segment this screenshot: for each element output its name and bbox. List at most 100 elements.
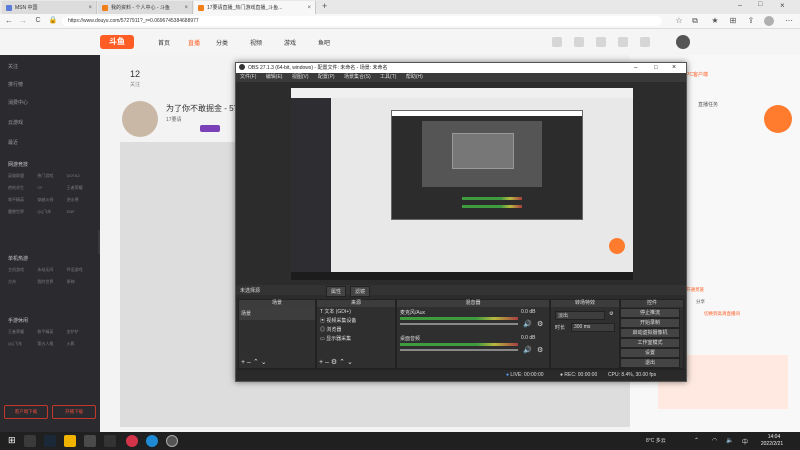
sidebar-item-follow[interactable]: 关注 [8, 63, 18, 70]
taskview-taskbar-icon[interactable] [84, 435, 96, 447]
game-link[interactable]: 王者荣耀 [67, 185, 96, 191]
browser-tab-profile[interactable]: 我的资料 - 个人中心 - 斗鱼 × [98, 1, 193, 14]
search-taskbar-icon[interactable] [24, 435, 36, 447]
nav-home[interactable]: 首页 [158, 38, 170, 47]
game-link[interactable]: 火影 [67, 341, 96, 347]
lock-icon[interactable]: 🔒 [48, 16, 58, 26]
live-download-button[interactable]: 开播下载 [52, 405, 96, 419]
game-link[interactable]: 魔兽世界 [8, 209, 37, 215]
exit-button[interactable]: 退出 [620, 358, 680, 368]
clock-date[interactable]: 2022/2/21 [752, 441, 792, 447]
pc-client-link[interactable]: PC客户端 [686, 71, 708, 78]
history-icon[interactable] [552, 37, 562, 47]
game-link[interactable]: CF [37, 185, 66, 191]
game-link[interactable]: 王者荣耀 [8, 329, 37, 335]
extensions-icon[interactable]: ⧉ [690, 16, 700, 26]
clock-time[interactable]: 14:04 [758, 434, 790, 440]
url-input[interactable]: https://www.douyu.com/5727911?_r=0.06967… [62, 16, 662, 26]
add-icon[interactable]: + [241, 359, 245, 366]
app-taskbar-icon[interactable] [104, 435, 116, 447]
virtual-camera-button[interactable]: 启动虚拟摄像机 [620, 328, 680, 338]
settings-button[interactable]: 设置 [620, 348, 680, 358]
obs-preview[interactable] [291, 88, 633, 280]
add-icon[interactable]: + [319, 359, 323, 366]
windows-start-icon[interactable]: ⊞ [8, 435, 16, 446]
share-icon[interactable]: ⇪ [746, 16, 756, 26]
game-link[interactable]: 怀旧游戏 [67, 267, 96, 273]
file-explorer-taskbar-icon[interactable] [64, 435, 76, 447]
menu-edit[interactable]: 编辑(E) [266, 74, 283, 80]
game-link[interactable]: 穿越火线 [37, 197, 66, 203]
maximize-icon[interactable]: □ [654, 63, 658, 73]
close-window-icon[interactable]: × [780, 1, 785, 10]
douyu-logo[interactable]: 斗鱼 [100, 35, 134, 49]
move-up-icon[interactable]: ⌃ [253, 359, 259, 366]
close-icon[interactable]: × [184, 5, 188, 11]
edge-taskbar-icon[interactable] [146, 435, 158, 447]
game-link[interactable]: 永劫无间 [37, 267, 66, 273]
streamer-name[interactable]: 17要请 [166, 116, 182, 123]
maximize-icon[interactable]: □ [758, 1, 762, 8]
sidebar-item-consume[interactable]: 消费中心 [8, 99, 28, 106]
game-link[interactable]: 逆水寒 [67, 197, 96, 203]
wifi-icon[interactable]: ◠ [712, 437, 717, 444]
client-download-button[interactable]: 客户端下载 [4, 405, 48, 419]
live-task-link[interactable]: 直播任务 [698, 101, 718, 108]
game-link[interactable]: QQ飞车 [37, 209, 66, 215]
forward-button[interactable]: → [18, 16, 28, 26]
streamer-avatar[interactable] [122, 101, 158, 137]
browser-tab-live[interactable]: 17要请直播_热门游戏直播_斗鱼... × [194, 1, 316, 14]
menu-profile[interactable]: 配置(P) [318, 74, 335, 80]
noble-link[interactable]: 开通贵族 [686, 287, 704, 293]
speaker-icon[interactable]: 🔊 [523, 320, 532, 328]
source-item-browser[interactable]: ◎ 浏览器 [317, 325, 395, 334]
steam-taskbar-icon[interactable] [44, 435, 56, 447]
tray-chevron-icon[interactable]: ⌃ [694, 437, 699, 444]
source-item-camera[interactable]: ▣ 视频采集设备 [317, 316, 395, 325]
sidebar-item-cloudgame[interactable]: 云游戏 [8, 119, 23, 126]
ime-icon[interactable]: 中 [742, 437, 748, 446]
volume-slider[interactable] [400, 349, 518, 351]
volume-icon[interactable]: 🔈 [726, 437, 733, 444]
gear-icon[interactable]: ⚙ [609, 311, 613, 317]
nav-live[interactable]: 直播 [188, 38, 200, 47]
sidebar-item-rank[interactable]: 排行榜 [8, 81, 23, 88]
task-icon[interactable] [640, 37, 650, 47]
move-down-icon[interactable]: ⌄ [347, 359, 353, 366]
game-link[interactable]: 和平精英 [8, 197, 37, 203]
game-link[interactable]: 和平精英 [37, 329, 66, 335]
studio-mode-button[interactable]: 工作室模式 [620, 338, 680, 348]
stop-streaming-button[interactable]: 停止推流 [620, 308, 680, 318]
new-tab-button[interactable]: + [322, 1, 327, 11]
transition-select[interactable]: 淡出 [555, 311, 605, 320]
browser-tab-msn[interactable]: MSN 中国 × [2, 1, 97, 14]
menu-help[interactable]: 帮助(H) [406, 74, 423, 80]
game-link[interactable]: 主机游戏 [8, 267, 37, 273]
menu-tools[interactable]: 工具(T) [380, 74, 396, 80]
message-icon[interactable] [596, 37, 606, 47]
game-link[interactable]: DOTA2 [67, 173, 96, 179]
nav-video[interactable]: 视频 [250, 38, 262, 47]
user-avatar[interactable] [676, 35, 690, 49]
game-link[interactable]: 我的世界 [37, 279, 66, 285]
remove-icon[interactable]: – [325, 359, 329, 366]
follow-icon[interactable] [618, 37, 628, 47]
close-icon[interactable]: × [672, 63, 676, 73]
menu-file[interactable]: 文件(F) [240, 74, 256, 80]
game-link[interactable]: 金铲铲 [67, 329, 96, 335]
favorites-icon[interactable]: ★ [710, 16, 720, 26]
game-link[interactable]: 第五人格 [37, 341, 66, 347]
menu-view[interactable]: 视图(V) [292, 74, 309, 80]
game-link[interactable]: QQ飞车 [8, 341, 37, 347]
move-up-icon[interactable]: ⌃ [339, 359, 345, 366]
game-link[interactable]: 绝地求生 [8, 185, 37, 191]
nav-yuba[interactable]: 鱼吧 [318, 38, 330, 47]
minimize-icon[interactable]: – [634, 63, 637, 73]
download-icon[interactable] [574, 37, 584, 47]
properties-button[interactable]: 属性 [326, 286, 347, 297]
game-link[interactable]: 原神 [67, 279, 96, 285]
gear-icon[interactable]: ⚙ [537, 320, 543, 328]
nav-category[interactable]: 分类 [216, 38, 228, 47]
remove-icon[interactable]: – [247, 359, 251, 366]
nav-game[interactable]: 游戏 [284, 38, 296, 47]
